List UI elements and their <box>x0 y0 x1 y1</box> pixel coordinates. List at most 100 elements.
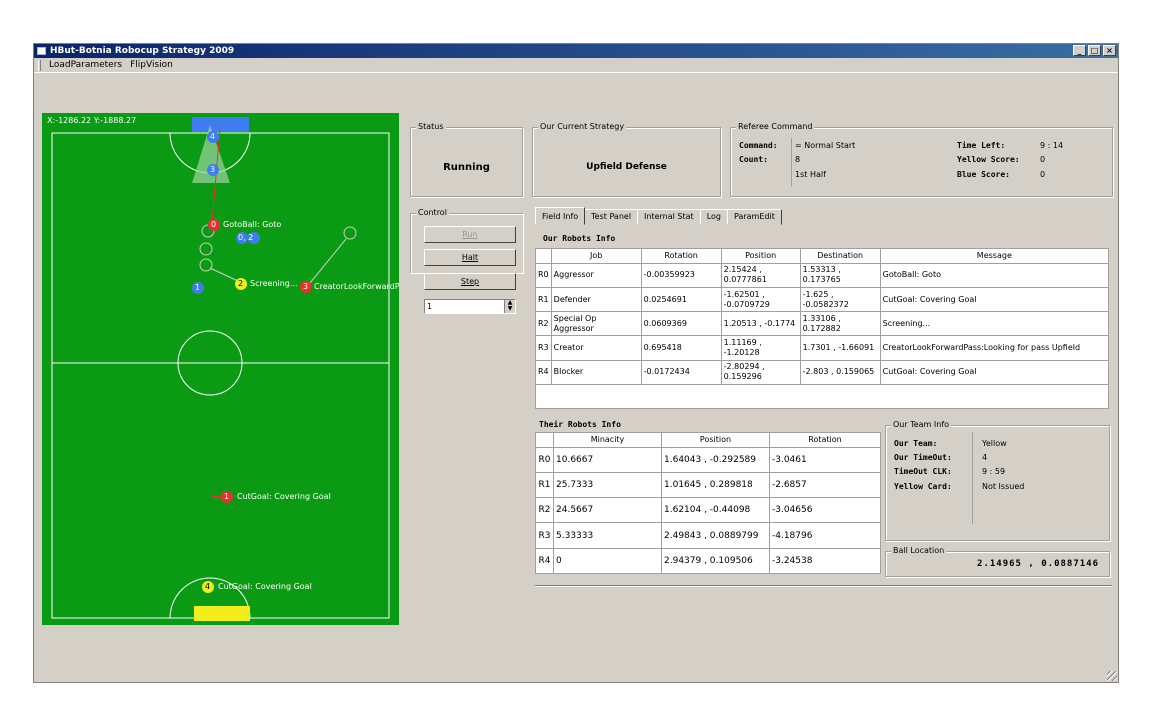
our-robots-title: Our Robots Info <box>543 234 616 243</box>
col-rotation: Rotation <box>640 248 722 264</box>
their-robots-table: Minacity Position Rotation R0 10.6667 1.64… <box>535 432 881 575</box>
close-button[interactable]: × <box>1103 45 1116 56</box>
menu-flip-vision[interactable]: FlipVision <box>130 60 173 70</box>
yellow-card-key: Yellow Card: <box>894 482 952 491</box>
robot-number: 1 <box>224 492 230 501</box>
team-info-divider <box>972 432 973 524</box>
run-button[interactable]: Run <box>424 226 516 243</box>
command-key: Command: <box>739 141 778 150</box>
table-row[interactable]: R3 Creator 0.695418 1.11169 , -1.20128 1.730… <box>535 335 1110 361</box>
half-value: 1st Half <box>795 170 826 179</box>
robot-label: Screening... <box>250 279 298 288</box>
team-info-group: Our Team Info Our Team: Yellow Our TimeO… <box>885 420 1110 541</box>
table-row[interactable]: R0 10.6667 1.64043 , -0.292589 -3.0461 <box>535 446 881 473</box>
strategy-group: Our Current Strategy Upfield Defense <box>532 122 721 197</box>
referee-label: Referee Command <box>736 122 815 131</box>
cursor-coords: X:-1286.22 Y:-1888.27 <box>47 116 137 125</box>
count-key: Count: <box>739 155 768 164</box>
robot-number: 0, 2 <box>238 233 254 242</box>
tab-param-edit[interactable]: ParamEdit <box>726 209 782 225</box>
robot-label: CutGoal: Covering Goal <box>218 582 312 591</box>
menu-load-parameters[interactable]: LoadParameters <box>49 60 122 70</box>
referee-divider <box>791 138 792 186</box>
referee-group: Referee Command Command: = Normal Start … <box>730 122 1113 197</box>
col-position: Position <box>720 248 801 264</box>
tab-test-panel[interactable]: Test Panel <box>584 209 639 225</box>
yellow-goal <box>194 606 250 621</box>
their-robots-title: Their Robots Info <box>539 420 621 429</box>
status-group: Status Running <box>410 122 523 197</box>
menu-grip <box>38 59 41 71</box>
timeout-clk-key: TimeOut CLK: <box>894 467 952 476</box>
col-rotation: Rotation <box>769 432 881 448</box>
step-count-spinner[interactable]: 1 ▲ ▼ <box>424 299 516 314</box>
our-timeout-value: 4 <box>982 453 988 462</box>
team-info-label: Our Team Info <box>891 420 952 429</box>
robot-number: 3 <box>210 165 216 174</box>
count-value: 8 <box>795 155 801 164</box>
window-title: HBut-Botnia Robocup Strategy 2009 <box>50 46 235 56</box>
yellow-card-value: Not Issued <box>982 482 1025 491</box>
status-value: Running <box>443 162 490 173</box>
table-row[interactable]: R2 Special Op Aggressor 0.0609369 1.20513 ,… <box>535 311 1110 337</box>
table-row[interactable]: R3 5.33333 2.49843 , 0.0889799 -4.18796 <box>535 522 881 549</box>
blue-goal <box>192 117 249 132</box>
maximize-button[interactable]: □ <box>1088 45 1101 56</box>
robot-number: 4 <box>205 582 211 591</box>
ball-location-label: Ball Location <box>891 546 947 555</box>
robot-label: GotoBall: Goto <box>223 220 282 229</box>
our-timeout-key: Our TimeOut: <box>894 453 952 462</box>
table-row[interactable]: R1 25.7333 1.01645 , 0.289818 -2.6857 <box>535 471 881 499</box>
blue-score-value: 0 <box>1040 170 1046 179</box>
robot-label: CreatorLookForwardP <box>314 282 399 291</box>
table-row[interactable]: R1 Defender 0.0254691 -1.62501 , -0.0709729… <box>535 286 1110 313</box>
menu-bar: LoadParameters FlipVision <box>34 58 1118 73</box>
robot-number: 3 <box>303 282 309 291</box>
ball-location-group: Ball Location 2.14965 , 0.0887146 <box>885 546 1110 577</box>
halt-button[interactable]: Halt <box>424 249 516 266</box>
tab-bar: Field Info Test Panel Internal Stat Log … <box>535 207 782 225</box>
tab-field-info[interactable]: Field Info <box>535 207 586 225</box>
yellow-score-value: 0 <box>1040 155 1046 164</box>
strategy-label: Our Current Strategy <box>538 122 627 131</box>
path-markers <box>199 224 357 284</box>
col-position: Position <box>661 432 770 448</box>
col-message: Message <box>879 248 1110 264</box>
time-left-value: 9 : 14 <box>1040 141 1064 150</box>
ball-location-value: 2.14965 , 0.0887146 <box>977 559 1099 569</box>
robot-number: 1 <box>195 283 201 292</box>
robot-number: 4 <box>210 132 216 141</box>
command-value: = Normal Start <box>795 141 856 150</box>
control-label: Control <box>416 208 449 217</box>
our-team-value: Yellow <box>982 439 1007 448</box>
step-count-value: 1 <box>427 302 433 311</box>
tab-log[interactable]: Log <box>699 209 728 225</box>
app-icon <box>37 47 46 55</box>
bottom-separator <box>535 585 1112 587</box>
time-left-key: Time Left: <box>957 141 1006 150</box>
timeout-clk-value: 9 : 59 <box>982 467 1006 476</box>
yellow-score-key: Yellow Score: <box>957 155 1020 164</box>
field-drawing <box>51 117 390 621</box>
col-minacity: Minacity <box>553 432 662 448</box>
resize-grip-icon[interactable] <box>1107 671 1117 681</box>
table-row[interactable]: R4 Blocker -0.0172434 -2.80294 , 0.159296 -2… <box>535 359 1110 385</box>
field-boundary <box>51 132 390 619</box>
table-row[interactable]: R0 Aggressor -0.00359923 2.15424 , 0.077786… <box>535 262 1110 288</box>
strategy-value: Upfield Defense <box>586 162 667 172</box>
step-button[interactable]: Step <box>424 273 516 290</box>
status-label: Status <box>416 122 446 131</box>
field-view[interactable]: X:-1286.22 Y:-1888.27 4 3 0 GotoBall: Go… <box>42 113 399 625</box>
minimize-button[interactable]: _ <box>1073 45 1086 56</box>
robot-number: 2 <box>238 279 244 288</box>
blue-score-key: Blue Score: <box>957 170 1010 179</box>
col-destination: Destination <box>799 248 881 264</box>
our-robots-table: Job Rotation Position Destination Messag… <box>535 248 1110 410</box>
robot-label: CutGoal: Covering Goal <box>237 492 331 501</box>
spinner-arrows-icon[interactable]: ▲ ▼ <box>504 300 515 313</box>
col-job: Job <box>550 248 642 264</box>
table-row[interactable]: R4 0 2.94379 , 0.109506 -3.24538 <box>535 547 881 575</box>
tab-internal-stat[interactable]: Internal Stat <box>637 209 701 225</box>
our-team-key: Our Team: <box>894 439 938 448</box>
table-row[interactable]: R2 24.5667 1.62104 , -0.44098 -3.04656 <box>535 497 881 524</box>
